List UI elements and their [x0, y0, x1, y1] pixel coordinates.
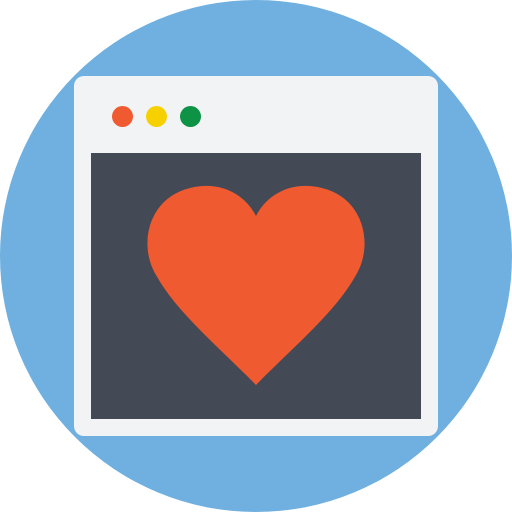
heart-icon — [147, 185, 365, 385]
browser-heart-icon — [0, 0, 512, 512]
